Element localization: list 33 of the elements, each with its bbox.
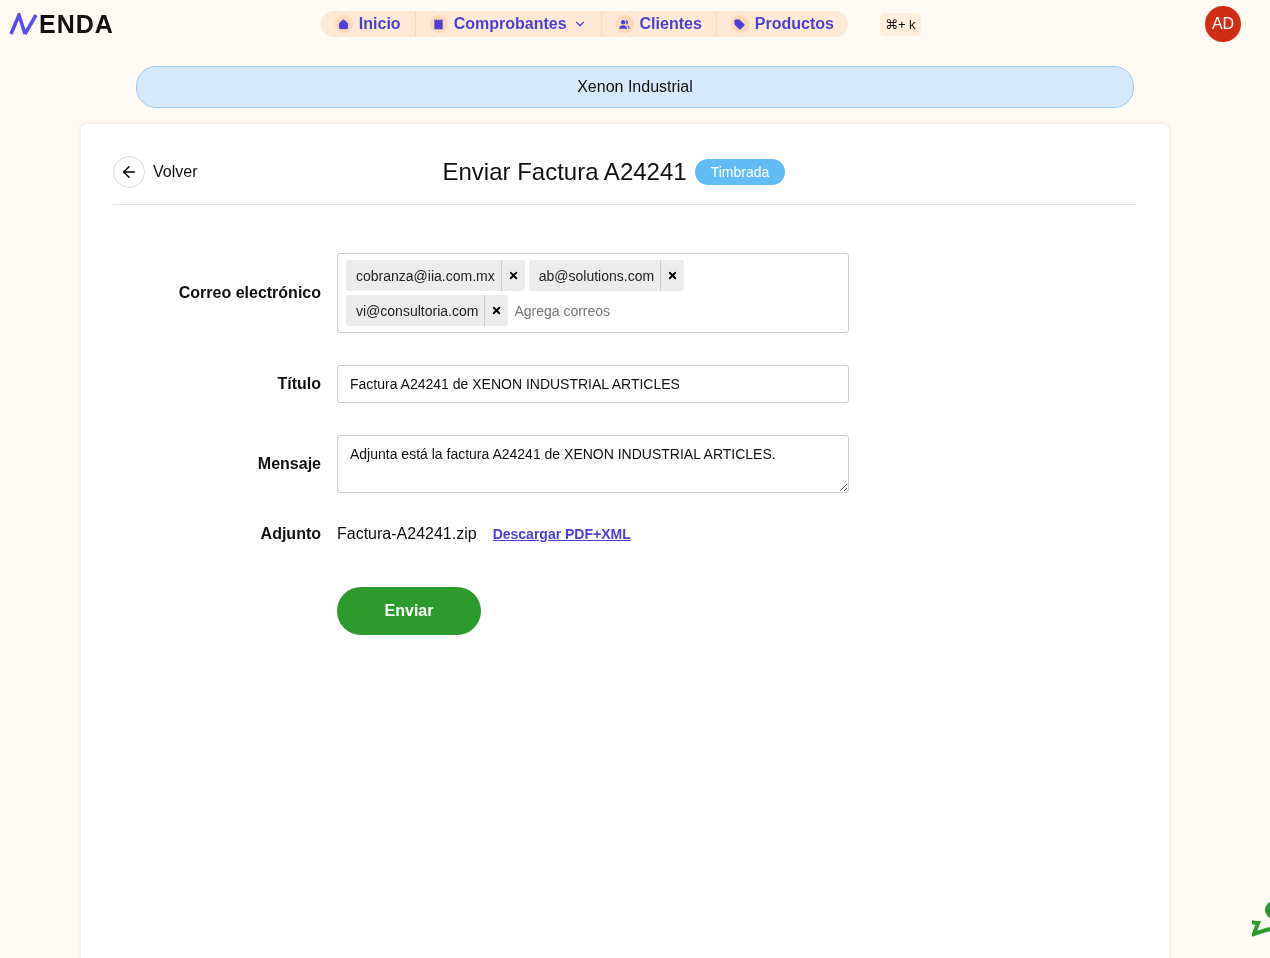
email-tags-field[interactable]: cobranza@iia.com.mx ab@solutions.com vi@consultoria.com Agrega correos [337, 253, 849, 333]
email-address: cobranza@iia.com.mx [355, 267, 496, 284]
close-icon [667, 270, 679, 281]
shortcut-hint[interactable]: ⌘+ k [879, 12, 921, 36]
user-avatar[interactable]: AD [1205, 6, 1241, 42]
page-title: Enviar Factura A24241 [442, 158, 687, 186]
home-icon [334, 15, 353, 33]
field-label: Título [276, 375, 321, 393]
brand-logo: ENDA [9, 9, 114, 39]
title-input[interactable]: Factura A24241 de XENON INDUSTRIAL ARTICLES [337, 365, 849, 403]
close-icon [491, 305, 503, 316]
back-button[interactable] [113, 156, 145, 188]
nav-item[interactable]: Productos [716, 11, 848, 37]
users-icon [615, 15, 634, 33]
tag-icon [730, 15, 749, 33]
receipt-icon [429, 15, 448, 33]
email-address: vi@consultoria.com [355, 302, 480, 319]
message-textarea[interactable]: Adjunta está la factura A24241 de XENON INDUSTRIAL ARTICLES. [337, 435, 849, 493]
logo-mark-icon [9, 13, 39, 35]
close-icon [507, 270, 519, 281]
back-label[interactable]: Volver [153, 163, 198, 181]
attachment-name: Factura-A24241.zip [337, 525, 477, 543]
field-label: Mensaje [256, 455, 321, 473]
field-label: Adjunto [259, 525, 321, 543]
send-button[interactable]: Enviar [337, 587, 481, 635]
nav-item[interactable]: Comprobantes [415, 11, 602, 37]
nav-item[interactable]: Inicio [320, 11, 416, 37]
nav-item[interactable]: Clientes [601, 11, 717, 37]
status-badge: Timbrada [694, 159, 786, 185]
company-banner: Xenon Industrial [136, 66, 1134, 108]
email-address: ab@solutions.com [537, 267, 656, 284]
download-link[interactable]: Descargar PDF+XML [492, 526, 631, 542]
field-label: Correo electrónico [177, 284, 321, 302]
